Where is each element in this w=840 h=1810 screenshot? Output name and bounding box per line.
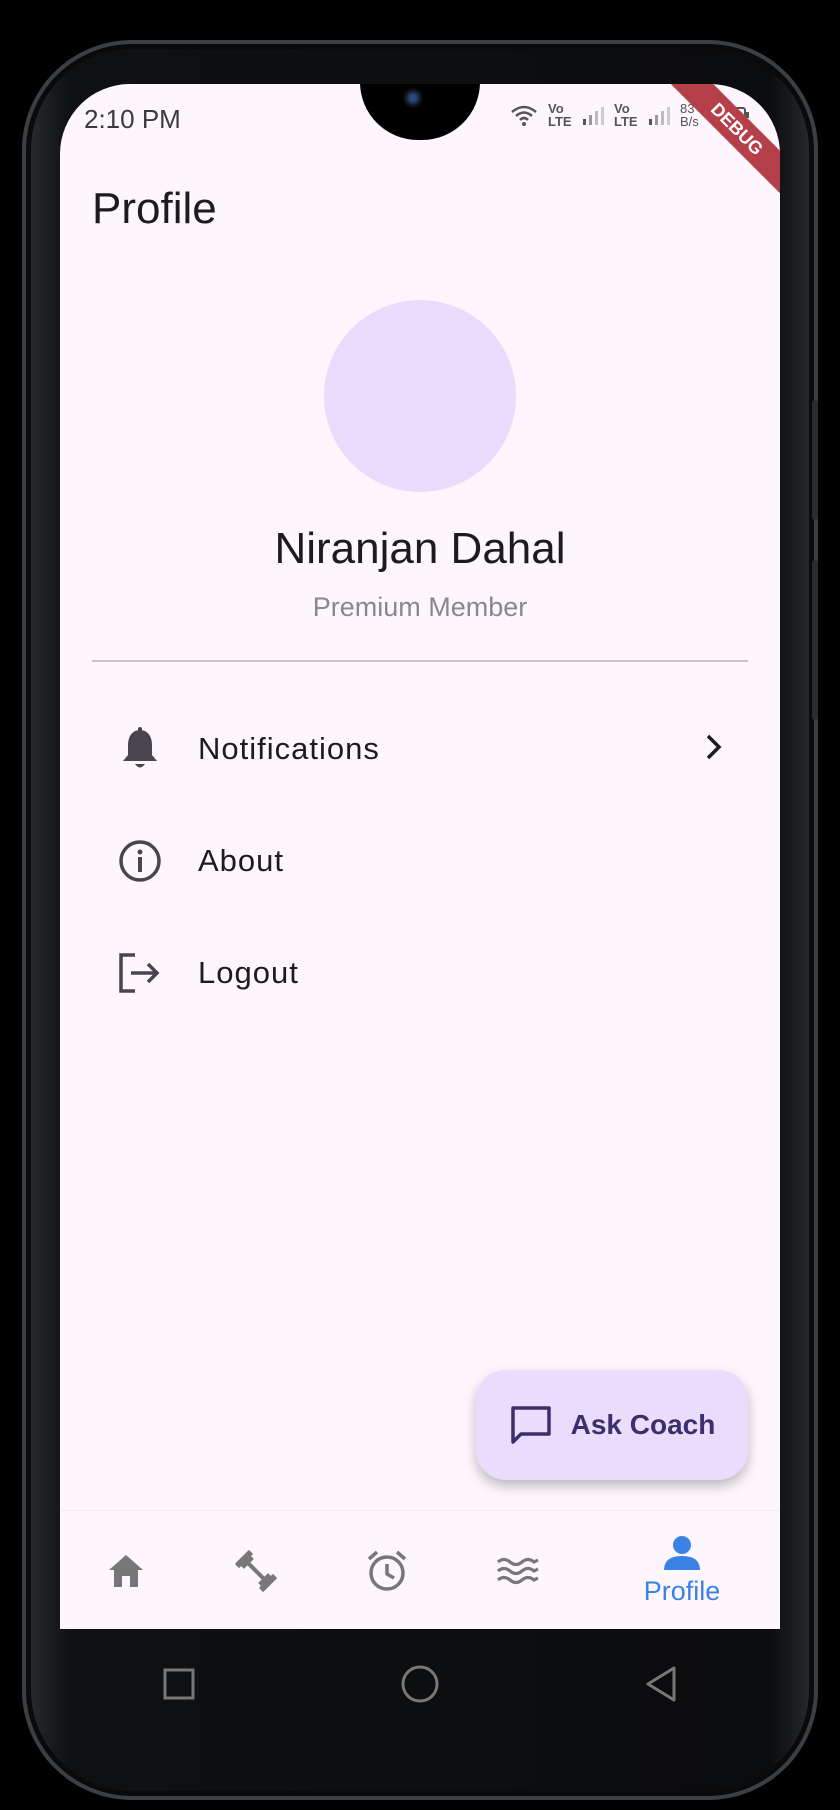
lte-indicator-1: Vo LTE (548, 101, 572, 129)
status-time: 2:10 PM (84, 104, 181, 134)
volume-button (812, 400, 818, 520)
signal-icon (583, 107, 604, 125)
person-icon (664, 1536, 700, 1570)
fab-label: Ask Coach (570, 1409, 716, 1440)
menu-item-notifications[interactable]: Notifications (92, 704, 748, 794)
dumbbell-icon (235, 1549, 277, 1592)
system-navigation-bar (60, 1629, 780, 1739)
front-camera (403, 88, 423, 108)
nav-item-profile[interactable]: Profile (617, 1511, 747, 1629)
info-icon (102, 839, 178, 883)
membership-label: Premium Member (312, 592, 528, 622)
wifi-icon (511, 105, 537, 126)
nav-item-alarm[interactable] (322, 1511, 452, 1629)
home-button-icon[interactable] (400, 1664, 440, 1704)
avatar[interactable] (324, 300, 516, 492)
power-button (812, 560, 818, 720)
lte-indicator-2: Vo LTE (614, 101, 638, 129)
menu-item-label: Notifications (198, 731, 380, 766)
divider (92, 660, 748, 662)
nav-label-profile: Profile (643, 1576, 721, 1606)
profile-name: Niranjan Dahal (274, 524, 566, 573)
menu-item-label: About (198, 843, 285, 878)
logout-icon (102, 951, 178, 995)
page-title: Profile (92, 184, 217, 233)
waves-icon (496, 1557, 539, 1584)
chat-bubble-icon (510, 1406, 551, 1444)
menu-item-label: Logout (198, 955, 299, 990)
app-screen: 2:10 PM Vo LTE Vo LTE 83 B/s DEBUG Profi… (60, 84, 780, 1629)
home-icon (109, 1554, 143, 1587)
nav-item-home[interactable] (61, 1511, 191, 1629)
back-button-icon[interactable] (644, 1665, 678, 1703)
nav-item-waves[interactable] (453, 1511, 583, 1629)
bell-icon (102, 727, 178, 771)
nav-item-workouts[interactable] (191, 1511, 321, 1629)
menu-item-about[interactable]: About (92, 816, 748, 906)
bottom-navigation: Profile (60, 1510, 780, 1629)
menu-item-logout[interactable]: Logout (92, 928, 748, 1018)
recents-button-icon[interactable] (162, 1667, 196, 1701)
ask-coach-button[interactable]: Ask Coach (476, 1370, 748, 1480)
signal-icon-2 (649, 107, 670, 125)
alarm-clock-icon (367, 1550, 407, 1591)
chevron-right-icon (704, 733, 724, 766)
